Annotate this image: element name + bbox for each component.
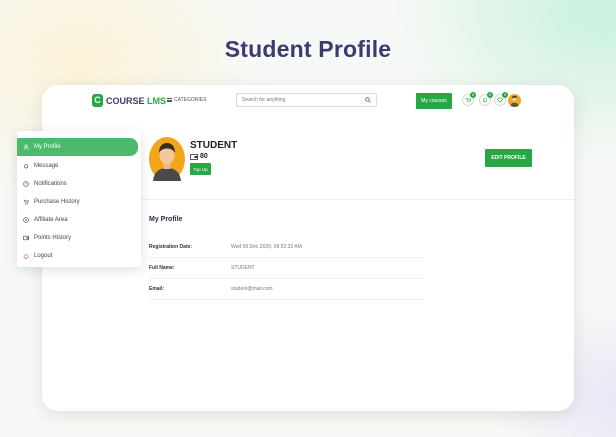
search-box: [236, 93, 377, 107]
sidebar-item-label: Logout: [34, 252, 53, 259]
wishlist-button[interactable]: 0: [494, 92, 508, 106]
search-icon[interactable]: [365, 97, 371, 103]
sidebar-item-message[interactable]: Message: [17, 157, 138, 174]
menu-icon: [167, 98, 172, 102]
table-row: Registration Date: Wed 09 Dec 2020, 09:5…: [149, 237, 423, 258]
cart-badge: 0: [470, 92, 476, 98]
cart-icon: [465, 97, 471, 102]
sidebar-item-affiliate-area[interactable]: Affiliate Area: [17, 211, 138, 228]
sidebar-item-purchase-history[interactable]: Purchase History: [17, 193, 138, 210]
points-icon: [23, 235, 29, 240]
table-row: Full Name: STUDENT: [149, 258, 423, 279]
cart-icon: [23, 199, 29, 205]
sidebar-item-points-history[interactable]: Points History: [17, 229, 138, 246]
wishlist-badge: 0: [502, 92, 508, 98]
cart-button[interactable]: 0: [462, 92, 476, 106]
sidebar-item-notifications[interactable]: Notifications: [17, 175, 138, 192]
sidebar-item-label: Notifications: [34, 180, 67, 187]
student-name: STUDENT: [190, 140, 238, 151]
sidebar-item-label: Affiliate Area: [34, 216, 68, 223]
user-avatar[interactable]: [508, 94, 521, 107]
notifications-badge: 0: [487, 92, 493, 98]
sidebar-item-label: Message: [34, 162, 59, 169]
wallet-icon: [190, 153, 198, 160]
logo-mark-icon: C: [92, 94, 103, 107]
email-value: student@mail.com: [231, 286, 273, 292]
full-name-value: STUDENT: [231, 265, 255, 271]
bell-icon: [483, 98, 487, 103]
email-label: Email:: [149, 286, 165, 292]
sidebar-item-logout[interactable]: Logout: [17, 247, 138, 264]
points-value: 80: [200, 153, 208, 160]
sidebar-item-label: My Profile: [34, 144, 61, 150]
affiliate-icon: [23, 216, 29, 223]
registration-date-value: Wed 09 Dec 2020, 09:52:33 AM: [231, 244, 302, 250]
sidebar-item-label: Purchase History: [34, 198, 80, 205]
top-navigation: C COURSE LMS CATEGORIES My courses 0 0: [42, 85, 574, 117]
section-title: My Profile: [149, 216, 183, 223]
header-divider: [138, 199, 574, 200]
notifications-button[interactable]: 0: [479, 92, 493, 106]
heart-icon: [497, 97, 503, 103]
table-row: Email: student@mail.com: [149, 279, 423, 300]
clock-icon: [23, 180, 29, 187]
brand-name: COURSE LMS: [106, 95, 167, 106]
search-input[interactable]: [242, 97, 362, 103]
registration-date-label: Registration Date:: [149, 244, 193, 250]
avatar-icon: [510, 95, 519, 107]
top-up-button[interactable]: Top Up: [190, 163, 211, 175]
full-name-label: Full Name:: [149, 265, 175, 271]
student-avatar: [149, 137, 185, 181]
edit-profile-button[interactable]: EDIT PROFILE: [485, 149, 532, 167]
user-icon: [23, 144, 29, 150]
bell-icon: [24, 163, 28, 169]
sidebar-item-label: Points History: [34, 234, 72, 241]
power-icon: [23, 253, 29, 259]
profile-info-table: Registration Date: Wed 09 Dec 2020, 09:5…: [149, 237, 423, 300]
page-headline: Student Profile: [224, 36, 392, 62]
my-courses-button[interactable]: My courses: [416, 93, 452, 109]
categories-menu[interactable]: CATEGORIES: [167, 97, 206, 103]
sidebar-item-my-profile[interactable]: My Profile: [17, 138, 138, 156]
points-balance: 80: [190, 153, 208, 160]
dashboard-sidebar: My Profile Message Notifications Purchas…: [17, 131, 141, 267]
brand-logo[interactable]: C COURSE LMS: [92, 94, 166, 107]
categories-label: CATEGORIES: [174, 97, 207, 103]
